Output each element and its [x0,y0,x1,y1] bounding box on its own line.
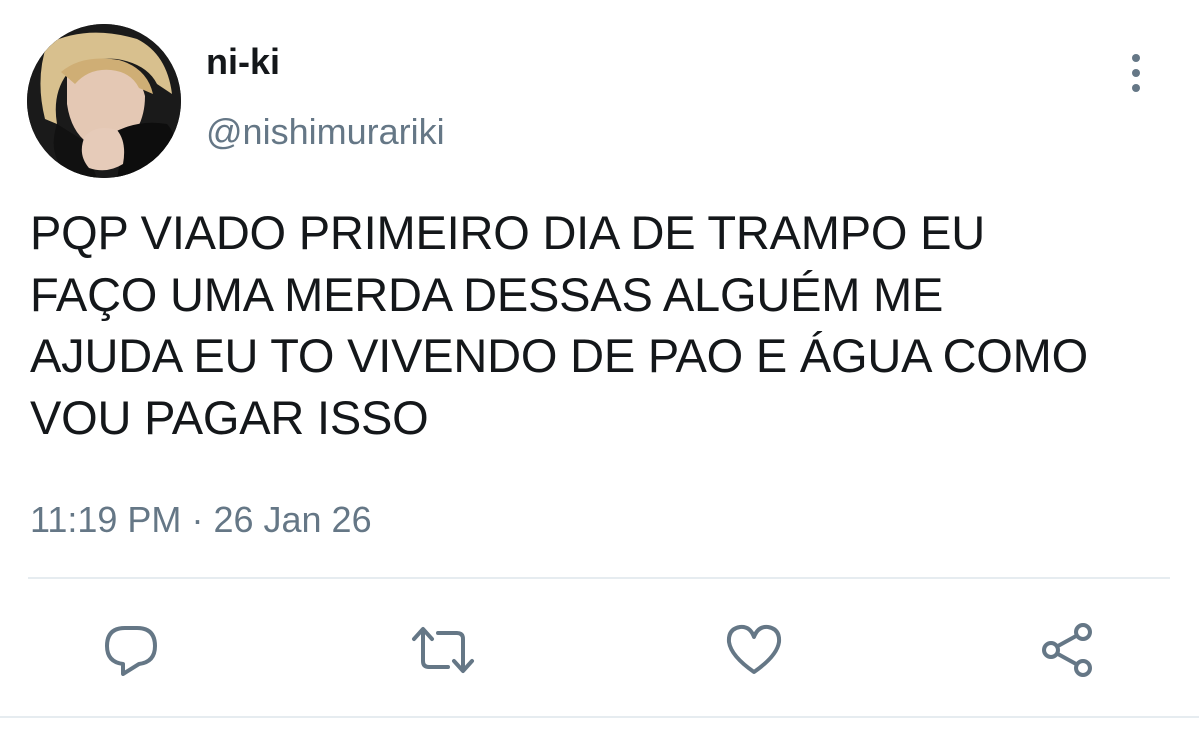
tweet-timestamp[interactable]: 11:19 PM · 26 Jan 26 [30,498,372,542]
bottom-divider [0,716,1199,718]
tweet-time: 11:19 PM [30,499,182,540]
retweet-icon [412,627,474,673]
like-button[interactable] [721,617,787,683]
more-options-button[interactable] [1118,50,1154,96]
retweet-button[interactable] [410,617,476,683]
like-icon [726,624,782,674]
tweet-date: 26 Jan 26 [213,499,372,540]
avatar-photo [27,24,181,178]
display-name[interactable]: ni-ki [206,40,280,84]
share-icon [1042,623,1092,677]
tweet-text: PQP VIADO PRIMEIRO DIA DE TRAMPO EU FAÇO… [30,206,1088,444]
divider [28,577,1170,579]
meta-separator: · [191,499,204,540]
reply-icon [105,626,157,676]
more-vertical-icon [1132,54,1140,92]
user-handle[interactable]: @nishimurariki [206,110,445,154]
avatar[interactable] [27,24,181,178]
reply-button[interactable] [98,617,164,683]
share-button[interactable] [1035,617,1101,683]
